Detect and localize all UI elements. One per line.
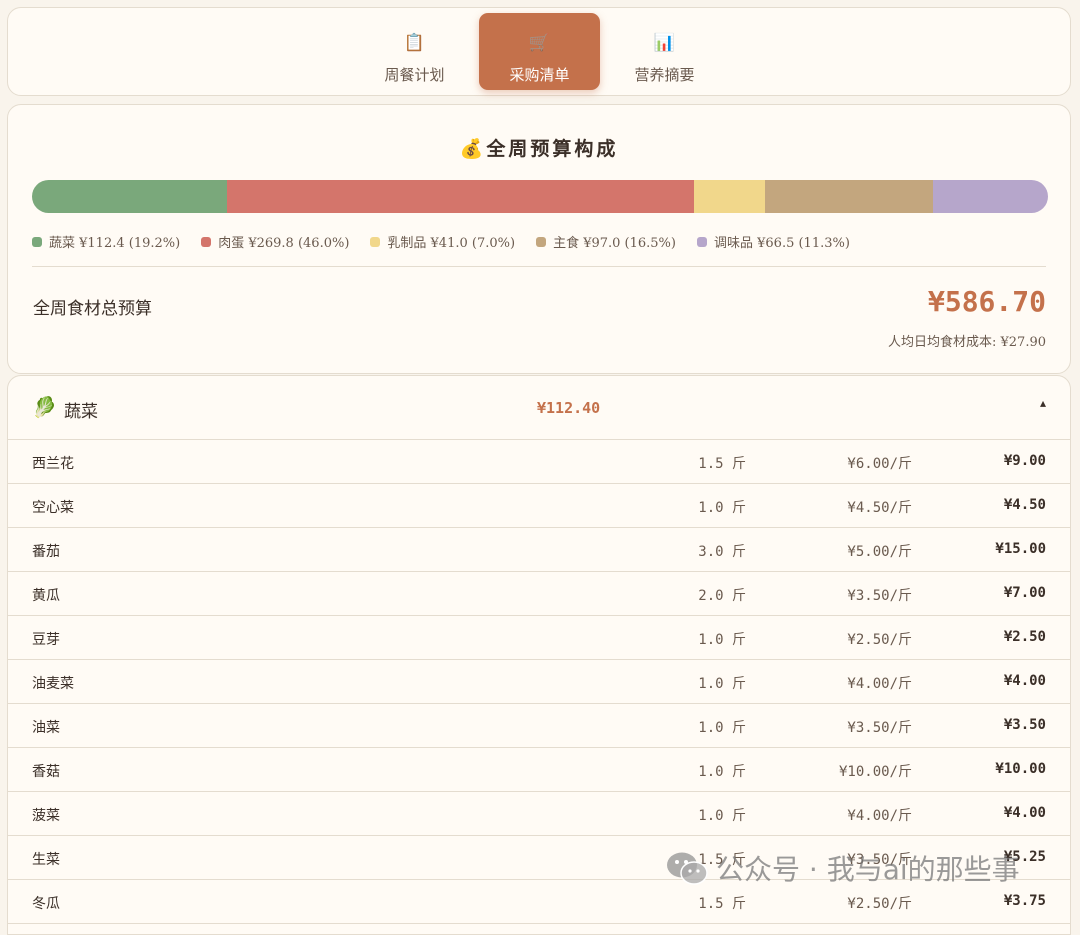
table-row[interactable]: 番茄 3.0 斤 ¥5.00/斤 ¥15.00 bbox=[8, 528, 1070, 572]
item-subtotal: ¥15.00 bbox=[995, 541, 1046, 557]
legend-item: 主食 ¥97.0 (16.5%) bbox=[536, 232, 676, 251]
table-row[interactable]: 空心菜 1.0 斤 ¥4.50/斤 ¥4.50 bbox=[8, 484, 1070, 528]
category-total: ¥112.40 bbox=[537, 399, 601, 417]
table-row[interactable]: 香菇 1.0 斤 ¥10.00/斤 ¥10.00 bbox=[8, 748, 1070, 792]
budget-stacked-bar bbox=[32, 180, 1048, 213]
legend-label: 主食 ¥97.0 (16.5%) bbox=[553, 236, 676, 251]
daily-cost-per-person: 人均日均食材成本: ¥27.90 bbox=[888, 335, 1046, 350]
item-quantity: 1.0 斤 bbox=[698, 720, 746, 736]
item-subtotal: ¥4.00 bbox=[1003, 673, 1046, 689]
legend-label: 调味品 ¥66.5 (11.3%) bbox=[714, 236, 850, 251]
wechat-logo-icon bbox=[667, 852, 708, 885]
item-subtotal: ¥4.00 bbox=[1003, 805, 1046, 821]
tab-label: 采购清单 bbox=[509, 66, 570, 84]
collapse-chevron-icon[interactable]: ▴ bbox=[1040, 396, 1046, 410]
budget-segment bbox=[932, 180, 1048, 213]
tab-nutrition-summary[interactable]: 📊 营养摘要 bbox=[604, 13, 725, 90]
watermark-text: 公众号 · 我与ai的那些事 bbox=[716, 853, 1020, 886]
total-budget-label: 全周食材总预算 bbox=[33, 299, 152, 319]
legend-swatch bbox=[201, 236, 212, 247]
item-subtotal: ¥9.00 bbox=[1003, 453, 1046, 469]
category-name: 蔬菜 bbox=[64, 402, 98, 422]
item-name: 番茄 bbox=[32, 544, 60, 560]
leafy-greens-icon: 🥬 bbox=[32, 395, 57, 419]
legend-swatch bbox=[697, 236, 707, 247]
watermark: 公众号 · 我与ai的那些事 bbox=[666, 848, 1020, 888]
tab-shopping-list[interactable]: 🛒 采购清单 bbox=[479, 13, 600, 90]
tab-label: 周餐计划 bbox=[384, 66, 445, 84]
legend-swatch bbox=[370, 236, 381, 247]
item-name: 菠菜 bbox=[32, 808, 60, 824]
table-row[interactable]: 西兰花 1.5 斤 ¥6.00/斤 ¥9.00 bbox=[8, 440, 1070, 484]
item-unit-price: ¥6.00/斤 bbox=[847, 456, 912, 472]
table-row[interactable]: 豆芽 1.0 斤 ¥2.50/斤 ¥2.50 bbox=[8, 616, 1070, 660]
legend-item: 调味品 ¥66.5 (11.3%) bbox=[697, 232, 850, 251]
item-subtotal: ¥10.00 bbox=[995, 761, 1046, 777]
budget-card: 💰全周预算构成 蔬菜 ¥112.4 (19.2%) 肉蛋 ¥269.8 (46.0… bbox=[7, 104, 1071, 374]
legend-item: 蔬菜 ¥112.4 (19.2%) bbox=[32, 232, 180, 251]
item-name: 油麦菜 bbox=[32, 676, 74, 692]
item-name: 冬瓜 bbox=[32, 896, 60, 912]
legend-label: 蔬菜 ¥112.4 (19.2%) bbox=[49, 236, 181, 251]
table-row[interactable]: 油麦菜 1.0 斤 ¥4.00/斤 ¥4.00 bbox=[8, 660, 1070, 704]
item-quantity: 1.5 斤 bbox=[698, 456, 746, 472]
item-subtotal: ¥2.50 bbox=[1003, 629, 1046, 645]
clipboard-icon: 📋 bbox=[403, 33, 426, 53]
item-unit-price: ¥10.00/斤 bbox=[838, 764, 912, 780]
item-quantity: 1.0 斤 bbox=[698, 632, 746, 648]
table-row[interactable]: 油菜 1.0 斤 ¥3.50/斤 ¥3.50 bbox=[8, 704, 1070, 748]
item-quantity: 1.0 斤 bbox=[698, 764, 746, 780]
shopping-cart-icon: 🛒 bbox=[528, 33, 551, 53]
tab-meal-plan[interactable]: 📋 周餐计划 bbox=[354, 13, 475, 90]
item-quantity: 1.0 斤 bbox=[698, 808, 746, 824]
legend-label: 肉蛋 ¥269.8 (46.0%) bbox=[218, 236, 350, 251]
item-unit-price: ¥4.00/斤 bbox=[847, 676, 912, 692]
item-subtotal: ¥7.00 bbox=[1003, 585, 1046, 601]
tab-label: 营养摘要 bbox=[634, 66, 695, 84]
item-name: 油菜 bbox=[32, 720, 60, 736]
item-name: 香菇 bbox=[32, 764, 60, 780]
item-name: 豆芽 bbox=[32, 632, 60, 648]
budget-segment bbox=[226, 180, 694, 213]
category-header[interactable]: 🥬 蔬菜 ¥112.40 ▴ bbox=[8, 376, 1070, 440]
total-budget-value: ¥586.70 bbox=[927, 285, 1046, 318]
item-name: 空心菜 bbox=[32, 500, 74, 516]
item-subtotal: ¥3.50 bbox=[1003, 717, 1046, 733]
item-quantity: 1.5 斤 bbox=[698, 896, 746, 912]
item-quantity: 1.0 斤 bbox=[698, 676, 746, 692]
item-unit-price: ¥2.50/斤 bbox=[847, 896, 912, 912]
legend-item: 乳制品 ¥41.0 (7.0%) bbox=[370, 232, 515, 251]
item-quantity: 1.0 斤 bbox=[698, 500, 746, 516]
legend-label: 乳制品 ¥41.0 (7.0%) bbox=[387, 236, 516, 251]
item-quantity: 2.0 斤 bbox=[698, 588, 746, 604]
legend-swatch bbox=[536, 236, 547, 247]
legend-swatch bbox=[32, 236, 42, 247]
budget-segment bbox=[32, 180, 227, 213]
table-row[interactable]: 黄瓜 2.0 斤 ¥3.50/斤 ¥7.00 bbox=[8, 572, 1070, 616]
item-unit-price: ¥4.50/斤 bbox=[847, 500, 912, 516]
item-subtotal: ¥3.75 bbox=[1003, 893, 1046, 909]
bar-chart-icon: 📊 bbox=[653, 33, 676, 53]
item-name: 生菜 bbox=[32, 852, 60, 868]
item-name: 黄瓜 bbox=[32, 588, 60, 604]
budget-segment bbox=[693, 180, 765, 213]
divider bbox=[32, 266, 1046, 267]
budget-legend: 蔬菜 ¥112.4 (19.2%) 肉蛋 ¥269.8 (46.0%) 乳制品 ¥4… bbox=[32, 232, 850, 251]
budget-title: 💰全周预算构成 bbox=[459, 138, 619, 160]
tab-bar: 📋 周餐计划 🛒 采购清单 📊 营养摘要 bbox=[7, 7, 1071, 96]
item-unit-price: ¥4.00/斤 bbox=[847, 808, 912, 824]
legend-item: 肉蛋 ¥269.8 (46.0%) bbox=[201, 232, 349, 251]
item-unit-price: ¥2.50/斤 bbox=[847, 632, 912, 648]
item-unit-price: ¥3.50/斤 bbox=[847, 588, 912, 604]
item-subtotal: ¥4.50 bbox=[1003, 497, 1046, 513]
item-name: 西兰花 bbox=[32, 456, 74, 472]
table-row[interactable]: 菠菜 1.0 斤 ¥4.00/斤 ¥4.00 bbox=[8, 792, 1070, 836]
item-unit-price: ¥5.00/斤 bbox=[847, 544, 912, 560]
budget-segment bbox=[764, 180, 933, 213]
item-quantity: 3.0 斤 bbox=[698, 544, 746, 560]
item-unit-price: ¥3.50/斤 bbox=[847, 720, 912, 736]
